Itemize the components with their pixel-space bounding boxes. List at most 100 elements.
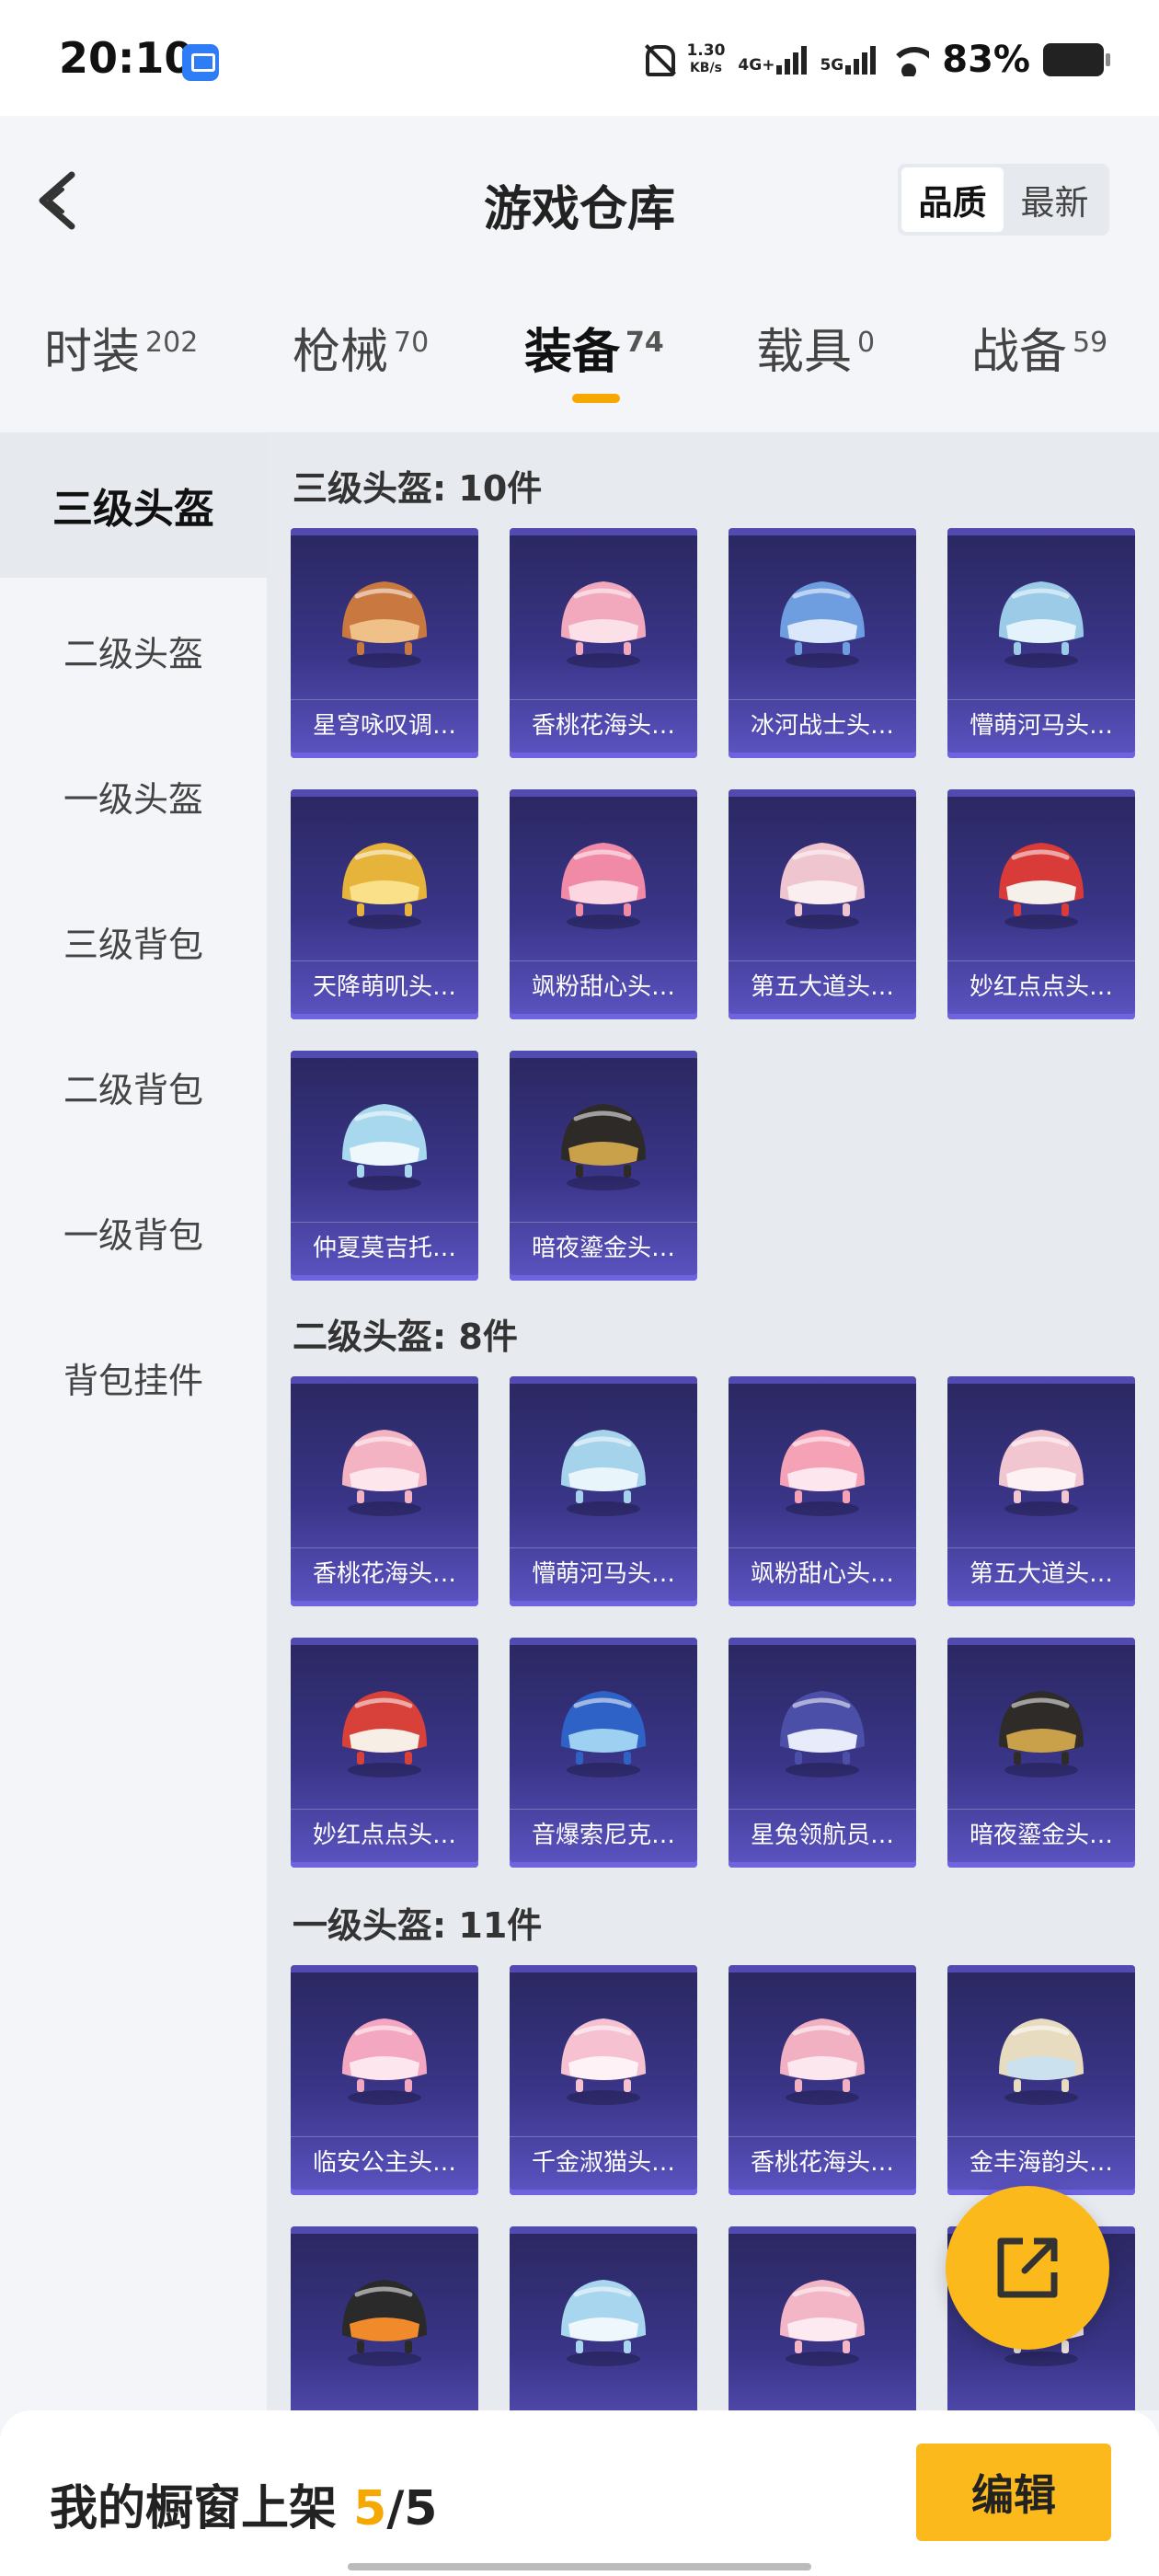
item-card[interactable]: 暗夜鎏金头… — [510, 1051, 697, 1281]
helmet-icon — [999, 1691, 1084, 1777]
item-card[interactable] — [510, 2226, 697, 2410]
helmet-icon — [342, 843, 427, 929]
section-title: 一级头盔: 11件 — [293, 1905, 543, 1946]
item-card-label: 香桃花海头… — [291, 1547, 478, 1595]
signal-4g: 4G+ — [738, 45, 808, 75]
helmet-icon — [561, 2018, 646, 2105]
item-card[interactable] — [729, 2226, 916, 2410]
battery-percent: 83% — [942, 39, 1030, 81]
tab-fashion[interactable]: 时装 202 — [44, 313, 198, 382]
item-card[interactable]: 冰河战士头… — [729, 528, 916, 758]
tab-label: 装备 — [524, 325, 621, 380]
speed-value: 1.30 — [686, 41, 726, 60]
network-speed: 1.30 KB/s — [686, 42, 725, 77]
sort-newest-button[interactable]: 最新 — [1004, 167, 1106, 232]
sidebar: 三级头盔 二级头盔 一级头盔 三级背包 二级背包 一级背包 背包挂件 — [0, 432, 267, 2410]
item-card[interactable]: 飒粉甜心头… — [729, 1376, 916, 1606]
share-button[interactable] — [946, 2186, 1109, 2350]
home-indicator[interactable] — [348, 2563, 811, 2570]
showcase-current: 5 — [353, 2481, 387, 2536]
sidebar-item-backpack-3[interactable]: 三级背包 — [0, 868, 267, 1014]
tab-supplies[interactable]: 战备 59 — [971, 313, 1107, 382]
net-type-1: 4G+ — [738, 56, 775, 75]
signal-bars-icon — [845, 45, 877, 75]
sidebar-item-backpack-2[interactable]: 二级背包 — [0, 1014, 267, 1159]
item-card-label: 香桃花海头… — [729, 2136, 916, 2184]
tab-count: 0 — [857, 327, 876, 359]
helmet-icon — [780, 843, 865, 929]
app-notification-icon — [182, 44, 219, 81]
helmet-icon — [999, 2018, 1084, 2105]
item-card[interactable]: 仲夏莫吉托… — [291, 1051, 478, 1281]
item-card[interactable]: 第五大道头… — [947, 1376, 1135, 1606]
tab-vehicles[interactable]: 载具 0 — [756, 313, 875, 382]
sort-toggle: 品质 最新 — [898, 164, 1109, 236]
item-card[interactable]: 天降萌叽头… — [291, 789, 478, 1019]
active-tab-indicator — [572, 394, 620, 403]
tab-label: 战备 — [971, 325, 1068, 380]
item-card[interactable]: 星兔领航员… — [729, 1638, 916, 1868]
sidebar-item-helmet-2[interactable]: 二级头盔 — [0, 578, 267, 723]
helmet-icon — [342, 1691, 427, 1777]
sidebar-item-backpack-1[interactable]: 一级背包 — [0, 1159, 267, 1305]
edit-button[interactable]: 编辑 — [916, 2444, 1111, 2541]
mute-bell-icon — [640, 41, 676, 78]
helmet-icon — [561, 1104, 646, 1190]
helmet-icon — [342, 1104, 427, 1190]
clock: 20:10 — [59, 33, 194, 83]
item-card[interactable]: 妙红点点头… — [291, 1638, 478, 1868]
helmet-icon — [780, 1430, 865, 1516]
tab-count: 202 — [145, 327, 199, 359]
item-card[interactable]: 临安公主头… — [291, 1965, 478, 2195]
helmet-icon — [342, 2018, 427, 2105]
item-card-label: 妙红点点头… — [947, 960, 1135, 1008]
sidebar-item-backpack-pendant[interactable]: 背包挂件 — [0, 1305, 267, 1450]
item-card[interactable]: 暗夜鎏金头… — [947, 1638, 1135, 1868]
item-card-label: 飒粉甜心头… — [510, 960, 697, 1008]
status-icons: 1.30 KB/s 4G+ 5G 83% — [640, 37, 1110, 83]
item-card[interactable]: 第五大道头… — [729, 789, 916, 1019]
helmet-icon — [561, 1430, 646, 1516]
item-card[interactable]: 音爆索尼克… — [510, 1638, 697, 1868]
tab-count: 74 — [625, 327, 664, 359]
item-card[interactable]: 香桃花海头… — [510, 528, 697, 758]
helmet-icon — [999, 843, 1084, 929]
item-card[interactable]: 星穹咏叹调… — [291, 528, 478, 758]
showcase-label: 我的橱窗上架 — [50, 2481, 338, 2536]
item-card[interactable]: 飒粉甜心头… — [510, 789, 697, 1019]
item-card[interactable]: 金丰海韵头… — [947, 1965, 1135, 2195]
item-grid-area: 三级头盔: 10件 二级头盔: 8件 一级头盔: 11件 星穹咏叹调… 香桃花海头… — [267, 432, 1159, 2410]
item-card[interactable] — [291, 2226, 478, 2410]
item-card-label: 懵萌河马头… — [510, 1547, 697, 1595]
helmet-icon — [780, 2280, 865, 2366]
helmet-icon — [999, 581, 1084, 668]
helmet-icon — [999, 1430, 1084, 1516]
item-card[interactable]: 懵萌河马头… — [510, 1376, 697, 1606]
item-card[interactable]: 懵萌河马头… — [947, 528, 1135, 758]
item-card-label: 天降萌叽头… — [291, 960, 478, 1008]
wifi-icon — [889, 43, 930, 76]
tab-label: 载具 — [756, 325, 853, 380]
tab-equipment[interactable]: 装备 74 — [524, 313, 664, 382]
tab-count: 59 — [1073, 327, 1108, 359]
item-card[interactable]: 香桃花海头… — [291, 1376, 478, 1606]
tab-label: 枪械 — [293, 325, 389, 380]
helmet-icon — [561, 581, 646, 668]
section-title: 三级头盔: 10件 — [293, 468, 543, 509]
item-card-label: 第五大道头… — [947, 1547, 1135, 1595]
share-icon — [997, 2237, 1058, 2298]
item-card[interactable]: 妙红点点头… — [947, 789, 1135, 1019]
item-card-label: 香桃花海头… — [510, 699, 697, 747]
item-card-label: 星穹咏叹调… — [291, 699, 478, 747]
sidebar-item-helmet-1[interactable]: 一级头盔 — [0, 723, 267, 868]
sort-quality-button[interactable]: 品质 — [901, 167, 1004, 232]
helmet-icon — [561, 1691, 646, 1777]
battery-icon — [1043, 43, 1110, 76]
item-card[interactable]: 千金淑猫头… — [510, 1965, 697, 2195]
tab-guns[interactable]: 枪械 70 — [293, 313, 429, 382]
sidebar-item-helmet-3[interactable]: 三级头盔 — [0, 432, 267, 578]
item-card[interactable]: 香桃花海头… — [729, 1965, 916, 2195]
helmet-icon — [780, 1691, 865, 1777]
status-bar: 20:10 1.30 KB/s 4G+ 5G 83% — [0, 0, 1159, 116]
item-card-label: 暗夜鎏金头… — [510, 1222, 697, 1270]
